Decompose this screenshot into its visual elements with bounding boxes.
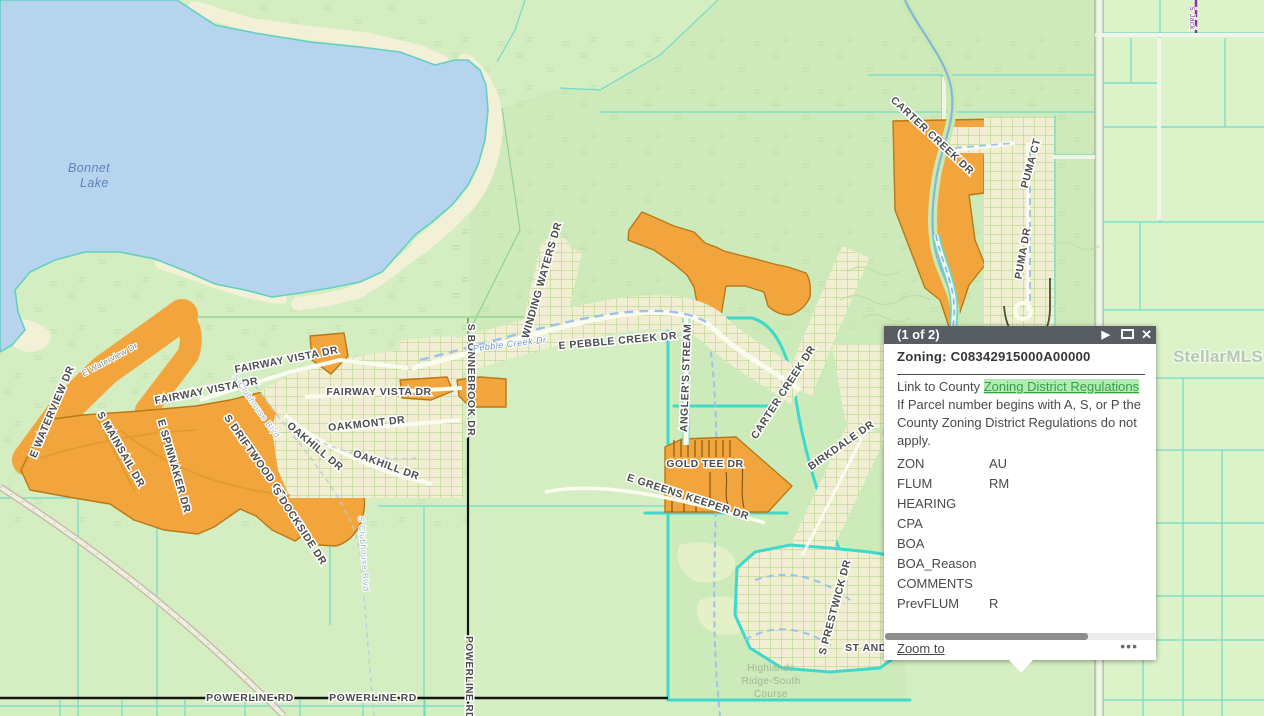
svg-text:GOLD TEE DR: GOLD TEE DR — [666, 458, 743, 470]
svg-text:Ridge-South: Ridge-South — [742, 676, 801, 687]
svg-text:POWERLINE RD: POWERLINE RD — [463, 636, 474, 716]
svg-text:Lake: Lake — [80, 176, 109, 190]
svg-text:ST AND: ST AND — [845, 642, 887, 654]
svg-text:S BONNEBROOK DR: S BONNEBROOK DR — [465, 324, 477, 437]
svg-text:S Jack: S Jack — [1188, 6, 1195, 30]
svg-text:POWERLINE RD: POWERLINE RD — [329, 692, 417, 704]
svg-text:POWERLINE RD: POWERLINE RD — [206, 692, 294, 704]
svg-text:Course: Course — [754, 689, 788, 700]
svg-text:Bonnet: Bonnet — [68, 161, 110, 175]
svg-text:StellarMLS: StellarMLS — [1173, 347, 1263, 366]
svg-text:Highlands: Highlands — [747, 663, 794, 674]
svg-text:FAIRWAY VISTA DR: FAIRWAY VISTA DR — [326, 386, 431, 398]
